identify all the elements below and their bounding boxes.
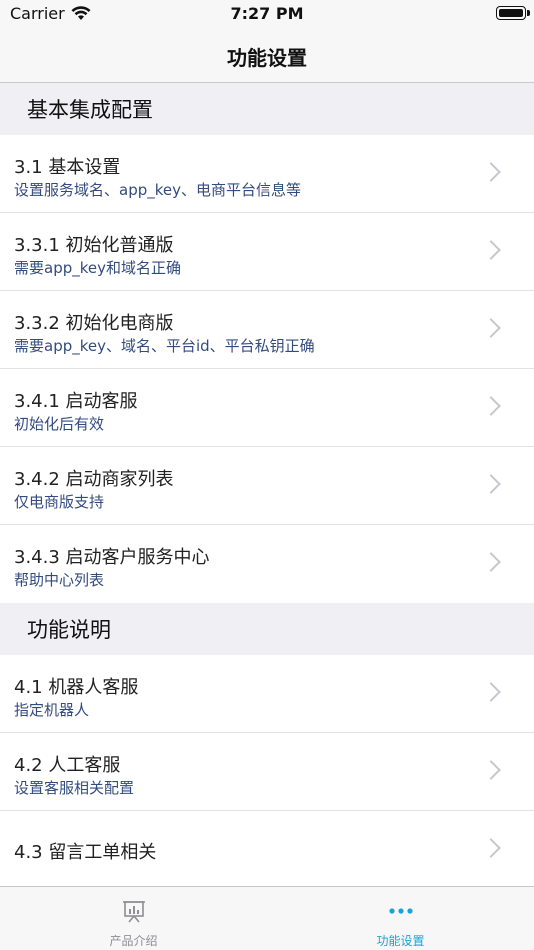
list-item-subtitle: 设置服务域名、app_key、电商平台信息等 [14,181,301,199]
list-item-subtitle: 仅电商版支持 [14,493,105,511]
list-item-title: 3.1 基本设置 [14,157,121,178]
list-item-subtitle: 设置客服相关配置 [14,779,135,797]
page-title: 功能设置 [227,46,307,70]
list-item-title: 3.3.1 初始化普通版 [14,235,174,256]
list-item-init-ecommerce[interactable]: 3.3.2 初始化电商版 需要app_key、域名、平台id、平台私钥正确 [0,291,534,369]
list-item-basic-settings[interactable]: 3.1 基本设置 设置服务域名、app_key、电商平台信息等 [0,135,534,213]
section-header-features: 功能说明 [0,603,534,655]
chevron-right-icon [481,682,501,702]
list-item-title: 4.3 留言工单相关 [14,842,157,863]
list-item-subtitle: 指定机器人 [14,701,90,719]
tab-feature-settings[interactable]: 功能设置 [267,887,534,950]
list-item-subtitle: 需要app_key、域名、平台id、平台私钥正确 [14,337,315,355]
chevron-right-icon [481,838,501,858]
settings-list[interactable]: 基本集成配置 3.1 基本设置 设置服务域名、app_key、电商平台信息等 3… [0,83,534,886]
list-item-robot-service[interactable]: 4.1 机器人客服 指定机器人 [0,655,534,733]
list-item-title: 4.1 机器人客服 [14,677,139,698]
list-item-title: 4.2 人工客服 [14,755,121,776]
list-item-subtitle: 帮助中心列表 [14,571,105,589]
section-header-basic: 基本集成配置 [0,83,534,135]
chevron-right-icon [481,552,501,572]
tab-label: 产品介绍 [109,934,158,948]
list-item-message-ticket[interactable]: 4.3 留言工单相关 [0,811,534,886]
list-item-start-service-center[interactable]: 3.4.3 启动客户服务中心 帮助中心列表 [0,525,534,603]
list-item-title: 3.4.3 启动客户服务中心 [14,547,210,568]
list-item-title: 3.3.2 初始化电商版 [14,313,174,334]
tab-label: 功能设置 [376,934,425,948]
list-item-init-standard[interactable]: 3.3.1 初始化普通版 需要app_key和域名正确 [0,213,534,291]
more-dots-icon [388,908,413,914]
tab-bar: 产品介绍 功能设置 [0,886,534,950]
chevron-right-icon [481,318,501,338]
chevron-right-icon [481,760,501,780]
list-item-subtitle: 需要app_key和域名正确 [14,259,181,277]
list-item-start-merchant-list[interactable]: 3.4.2 启动商家列表 仅电商版支持 [0,447,534,525]
navigation-bar: 功能设置 [0,28,534,83]
status-time: 7:27 PM [230,4,304,23]
presentation-chart-icon [122,901,145,923]
status-bar: Carrier 7:27 PM [0,0,534,28]
list-item-subtitle: 初始化后有效 [14,415,105,433]
list-item-human-service[interactable]: 4.2 人工客服 设置客服相关配置 [0,733,534,811]
tab-product-intro[interactable]: 产品介绍 [0,887,267,950]
list-item-start-service[interactable]: 3.4.1 启动客服 初始化后有效 [0,369,534,447]
chevron-right-icon [481,240,501,260]
chevron-right-icon [481,396,501,416]
list-item-title: 3.4.2 启动商家列表 [14,469,174,490]
chevron-right-icon [481,474,501,494]
battery-icon [496,6,530,20]
chevron-right-icon [481,162,501,182]
list-item-title: 3.4.1 启动客服 [14,391,138,412]
